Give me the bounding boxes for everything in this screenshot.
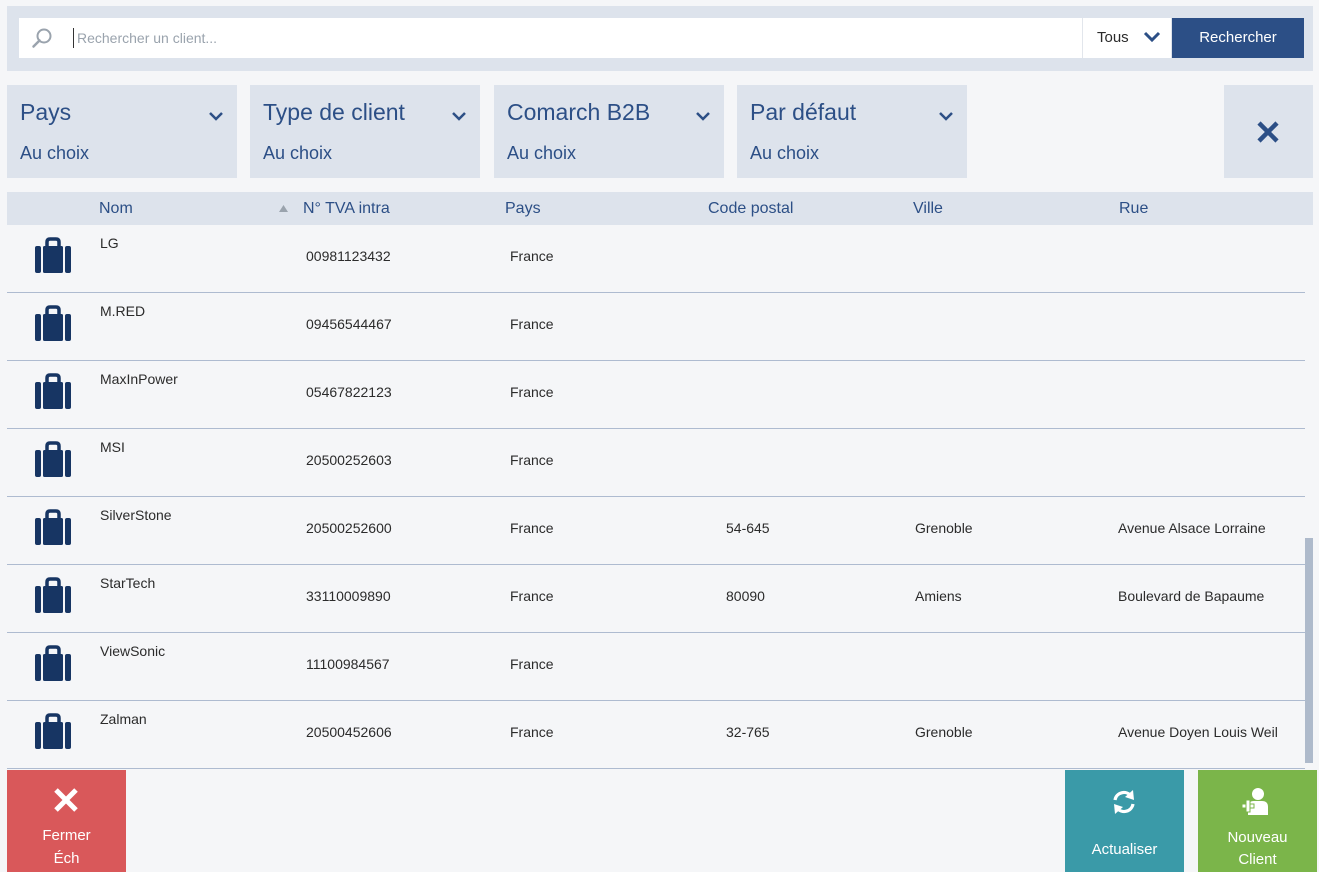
filter-title: Par défaut [750, 99, 857, 125]
new-client-button[interactable]: Nouveau Client [1198, 770, 1317, 872]
client-country: France [510, 316, 554, 332]
client-name: LG [100, 235, 119, 251]
filter-title: Type de client [263, 99, 405, 125]
client-vat: 09456544467 [306, 316, 392, 332]
client-country: France [510, 452, 554, 468]
briefcase-icon [35, 237, 71, 273]
search-bar: Tous Rechercher [7, 6, 1313, 71]
client-postal-code: 32-765 [726, 724, 770, 740]
chevron-down-icon [696, 112, 710, 121]
filter-title: Pays [20, 99, 72, 125]
client-country: France [510, 588, 554, 604]
client-street: Boulevard de Bapaume [1118, 588, 1265, 604]
column-header-city[interactable]: Ville [913, 200, 943, 218]
filter-value: Au choix [20, 143, 90, 163]
close-button-label-line1: Fermer [42, 827, 91, 844]
search-input[interactable] [77, 18, 1067, 58]
close-icon [1257, 121, 1279, 143]
scope-select-value: Tous [1097, 29, 1129, 46]
briefcase-icon [35, 577, 71, 613]
client-name: StarTech [100, 575, 156, 591]
scope-select[interactable]: Tous [1082, 18, 1171, 58]
filter-value: Au choix [507, 143, 577, 163]
close-icon [54, 788, 78, 812]
column-header-name[interactable]: Nom [99, 200, 133, 218]
briefcase-icon [35, 645, 71, 681]
client-country: France [510, 384, 554, 400]
table-row[interactable]: StarTech 33110009890 France 80090 Amiens Boul… [7, 565, 1305, 633]
table-row[interactable]: ViewSonic 11100984567 France [7, 633, 1305, 701]
client-vat: 33110009890 [306, 588, 391, 604]
add-user-icon [1241, 788, 1268, 815]
client-name: MaxInPower [100, 371, 178, 387]
column-header-postal-code[interactable]: Code postal [708, 200, 793, 218]
chevron-down-icon [452, 112, 466, 121]
chevron-down-icon [209, 112, 223, 121]
client-country: France [510, 520, 554, 536]
client-name: SilverStone [100, 507, 172, 523]
column-header-vat[interactable]: N° TVA intra [303, 200, 390, 218]
search-box[interactable] [19, 18, 1087, 58]
table-row[interactable]: M.RED 09456544467 France [7, 293, 1305, 361]
clear-filters-button[interactable] [1224, 85, 1313, 178]
filter-comarch-b2b[interactable]: Comarch B2B Au choix [494, 85, 724, 178]
client-street: Avenue Doyen Louis Weil [1118, 724, 1278, 740]
table-row[interactable]: MSI 20500252603 France [7, 429, 1305, 497]
chevron-down-icon [1143, 31, 1161, 43]
client-country: France [510, 248, 554, 264]
client-vat: 11100984567 [306, 656, 390, 672]
client-name: Zalman [100, 711, 147, 727]
briefcase-icon [35, 305, 71, 341]
close-button[interactable]: Fermer Éch [7, 770, 126, 872]
client-vat: 20500252600 [306, 520, 392, 536]
sort-ascending-icon [279, 205, 288, 212]
column-header-street[interactable]: Rue [1119, 200, 1148, 218]
client-city: Grenoble [915, 520, 973, 536]
refresh-button[interactable]: Actualiser [1065, 770, 1184, 872]
filter-title: Comarch B2B [507, 99, 651, 125]
filter-default[interactable]: Par défaut Au choix [737, 85, 967, 178]
client-vat: 20500252603 [306, 452, 392, 468]
filter-value: Au choix [263, 143, 333, 163]
briefcase-icon [35, 441, 71, 477]
client-vat: 05467822123 [306, 384, 392, 400]
close-button-label-line2: Éch [53, 850, 80, 867]
filter-value: Au choix [750, 143, 820, 163]
client-name: MSI [100, 439, 125, 455]
search-button[interactable]: Rechercher [1172, 18, 1304, 58]
client-city: Amiens [915, 588, 962, 604]
search-icon [32, 28, 52, 48]
refresh-icon [1113, 790, 1135, 814]
client-country: France [510, 656, 554, 672]
client-city: Grenoble [915, 724, 973, 740]
briefcase-icon [35, 373, 71, 409]
chevron-down-icon [939, 112, 953, 121]
scrollbar[interactable] [1305, 538, 1313, 763]
client-name: ViewSonic [100, 643, 166, 659]
briefcase-icon [35, 509, 71, 545]
table-row[interactable]: MaxInPower 05467822123 France [7, 361, 1305, 429]
new-client-button-label-line2: Client [1238, 851, 1277, 868]
table-header: Nom N° TVA intra Pays Code postal Ville … [7, 192, 1313, 225]
client-postal-code: 80090 [726, 588, 765, 604]
column-header-country[interactable]: Pays [505, 200, 541, 218]
filter-country[interactable]: Pays Au choix [7, 85, 237, 178]
client-vat: 00981123432 [306, 248, 391, 264]
briefcase-icon [35, 713, 71, 749]
client-name: M.RED [100, 303, 146, 319]
client-street: Avenue Alsace Lorraine [1118, 520, 1266, 536]
filter-client-type[interactable]: Type de client Au choix [250, 85, 480, 178]
client-vat: 20500452606 [306, 724, 392, 740]
table-row[interactable]: SilverStone 20500252600 France 54-645 Grenob… [7, 497, 1305, 565]
new-client-button-label-line1: Nouveau [1227, 829, 1288, 846]
client-country: France [510, 724, 554, 740]
client-postal-code: 54-645 [726, 520, 770, 536]
table-row[interactable]: LG 00981123432 France [7, 225, 1305, 293]
table-row[interactable]: Zalman 20500452606 France 32-765 Grenoble Ave… [7, 701, 1305, 769]
refresh-button-label: Actualiser [1091, 841, 1158, 858]
text-cursor [73, 28, 74, 48]
